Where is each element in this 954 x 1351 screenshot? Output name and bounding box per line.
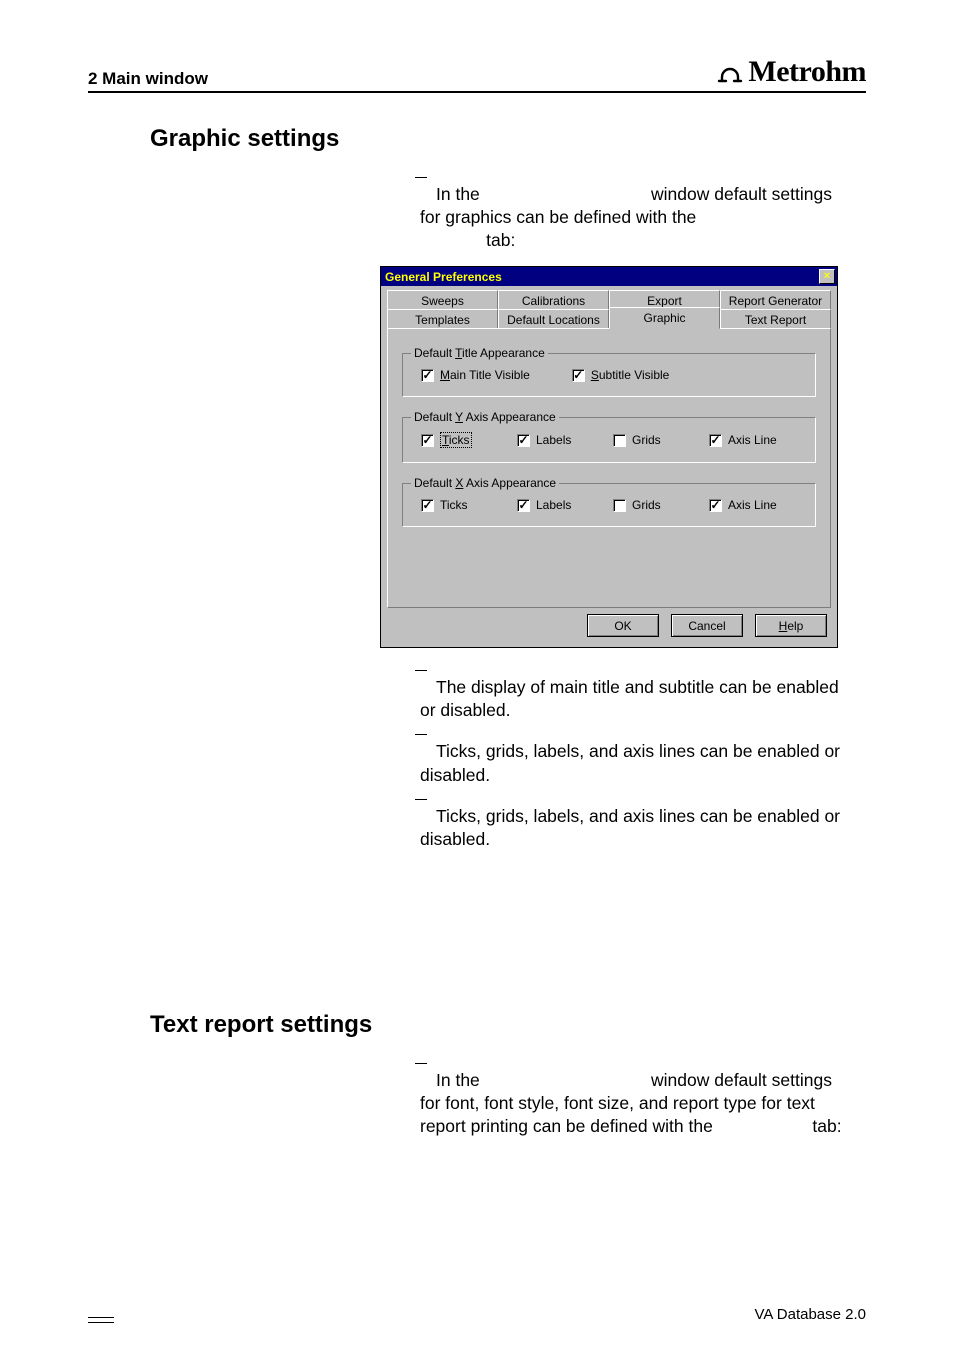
close-icon[interactable]: ×: [819, 269, 835, 284]
footer-text: VA Database 2.0: [755, 1306, 866, 1323]
desc-x-axis: Ticks, grids, labels, and axis lines can…: [420, 805, 852, 851]
group-y-axis-appearance: Default Y Axis Appearance Ticks Labels: [402, 417, 816, 463]
checkbox-icon: [421, 499, 434, 512]
checkbox-x-axisline[interactable]: Axis Line: [709, 498, 805, 512]
group-x-axis-appearance: Default X Axis Appearance Ticks Labels: [402, 483, 816, 527]
checkbox-x-grids[interactable]: Grids: [613, 498, 709, 512]
checkbox-y-ticks[interactable]: Ticks: [421, 432, 517, 448]
section2-intro: In the General Preferences window defaul…: [420, 1069, 852, 1138]
desc-y-axis: Ticks, grids, labels, and axis lines can…: [420, 740, 852, 786]
general-preferences-dialog: General Preferences × Sweeps Calibration…: [380, 266, 838, 648]
checkbox-icon: [613, 434, 626, 447]
group-legend-y: Default Y Axis Appearance: [411, 410, 559, 424]
section1-title: Graphic settings: [150, 125, 866, 153]
dialog-titlebar: General Preferences ×: [381, 267, 837, 286]
checkbox-icon: [517, 499, 530, 512]
checkbox-x-labels[interactable]: Labels: [517, 498, 613, 512]
tab-sweeps[interactable]: Sweeps: [387, 290, 498, 310]
dialog-buttons: OK Cancel Help: [381, 610, 837, 647]
tab-graphic[interactable]: Graphic: [609, 307, 720, 329]
checkbox-icon: [421, 369, 434, 382]
checkbox-icon: [421, 434, 434, 447]
checkbox-subtitle-visible[interactable]: Subtitle Visible: [572, 368, 670, 382]
page-footer: VA Database 2.0: [88, 1306, 866, 1323]
checkbox-icon: [572, 369, 585, 382]
group-legend-title: Default Title Appearance: [411, 346, 548, 360]
checkbox-y-axisline[interactable]: Axis Line: [709, 432, 805, 448]
section1-intro: In the General Preferences window defaul…: [420, 183, 852, 252]
checkbox-icon: [517, 434, 530, 447]
checkbox-icon: [709, 499, 722, 512]
tab-templates[interactable]: Templates: [387, 309, 498, 329]
checkbox-main-title-visible[interactable]: Main Title Visible: [421, 368, 530, 382]
checkbox-icon: [613, 499, 626, 512]
checkbox-x-ticks[interactable]: Ticks: [421, 498, 517, 512]
checkbox-y-labels[interactable]: Labels: [517, 432, 613, 448]
group-title-appearance: Default Title Appearance Main Title Visi…: [402, 353, 816, 397]
checkbox-icon: [709, 434, 722, 447]
page-number-lines: [88, 1317, 114, 1323]
cancel-button[interactable]: Cancel: [671, 614, 743, 637]
tab-text-report[interactable]: Text Report: [720, 309, 831, 329]
page-header: 2 Main window Metrohm: [88, 55, 866, 93]
tab-content-graphic: Default Title Appearance Main Title Visi…: [387, 328, 831, 608]
ok-button[interactable]: OK: [587, 614, 659, 637]
desc-title-appearance: The display of main title and subtitle c…: [420, 676, 852, 722]
section2-title: Text report settings: [150, 1011, 866, 1039]
group-legend-x: Default X Axis Appearance: [411, 476, 559, 490]
tab-default-locations[interactable]: Default Locations: [498, 309, 609, 329]
dialog-title: General Preferences: [385, 270, 502, 284]
tab-report-generator[interactable]: Report Generator: [720, 290, 831, 310]
chapter-label: 2 Main window: [88, 69, 208, 89]
brand-logo: Metrohm: [716, 55, 866, 89]
omega-icon: [716, 61, 744, 83]
tab-calibrations[interactable]: Calibrations: [498, 290, 609, 310]
help-button[interactable]: Help: [755, 614, 827, 637]
checkbox-y-grids[interactable]: Grids: [613, 432, 709, 448]
